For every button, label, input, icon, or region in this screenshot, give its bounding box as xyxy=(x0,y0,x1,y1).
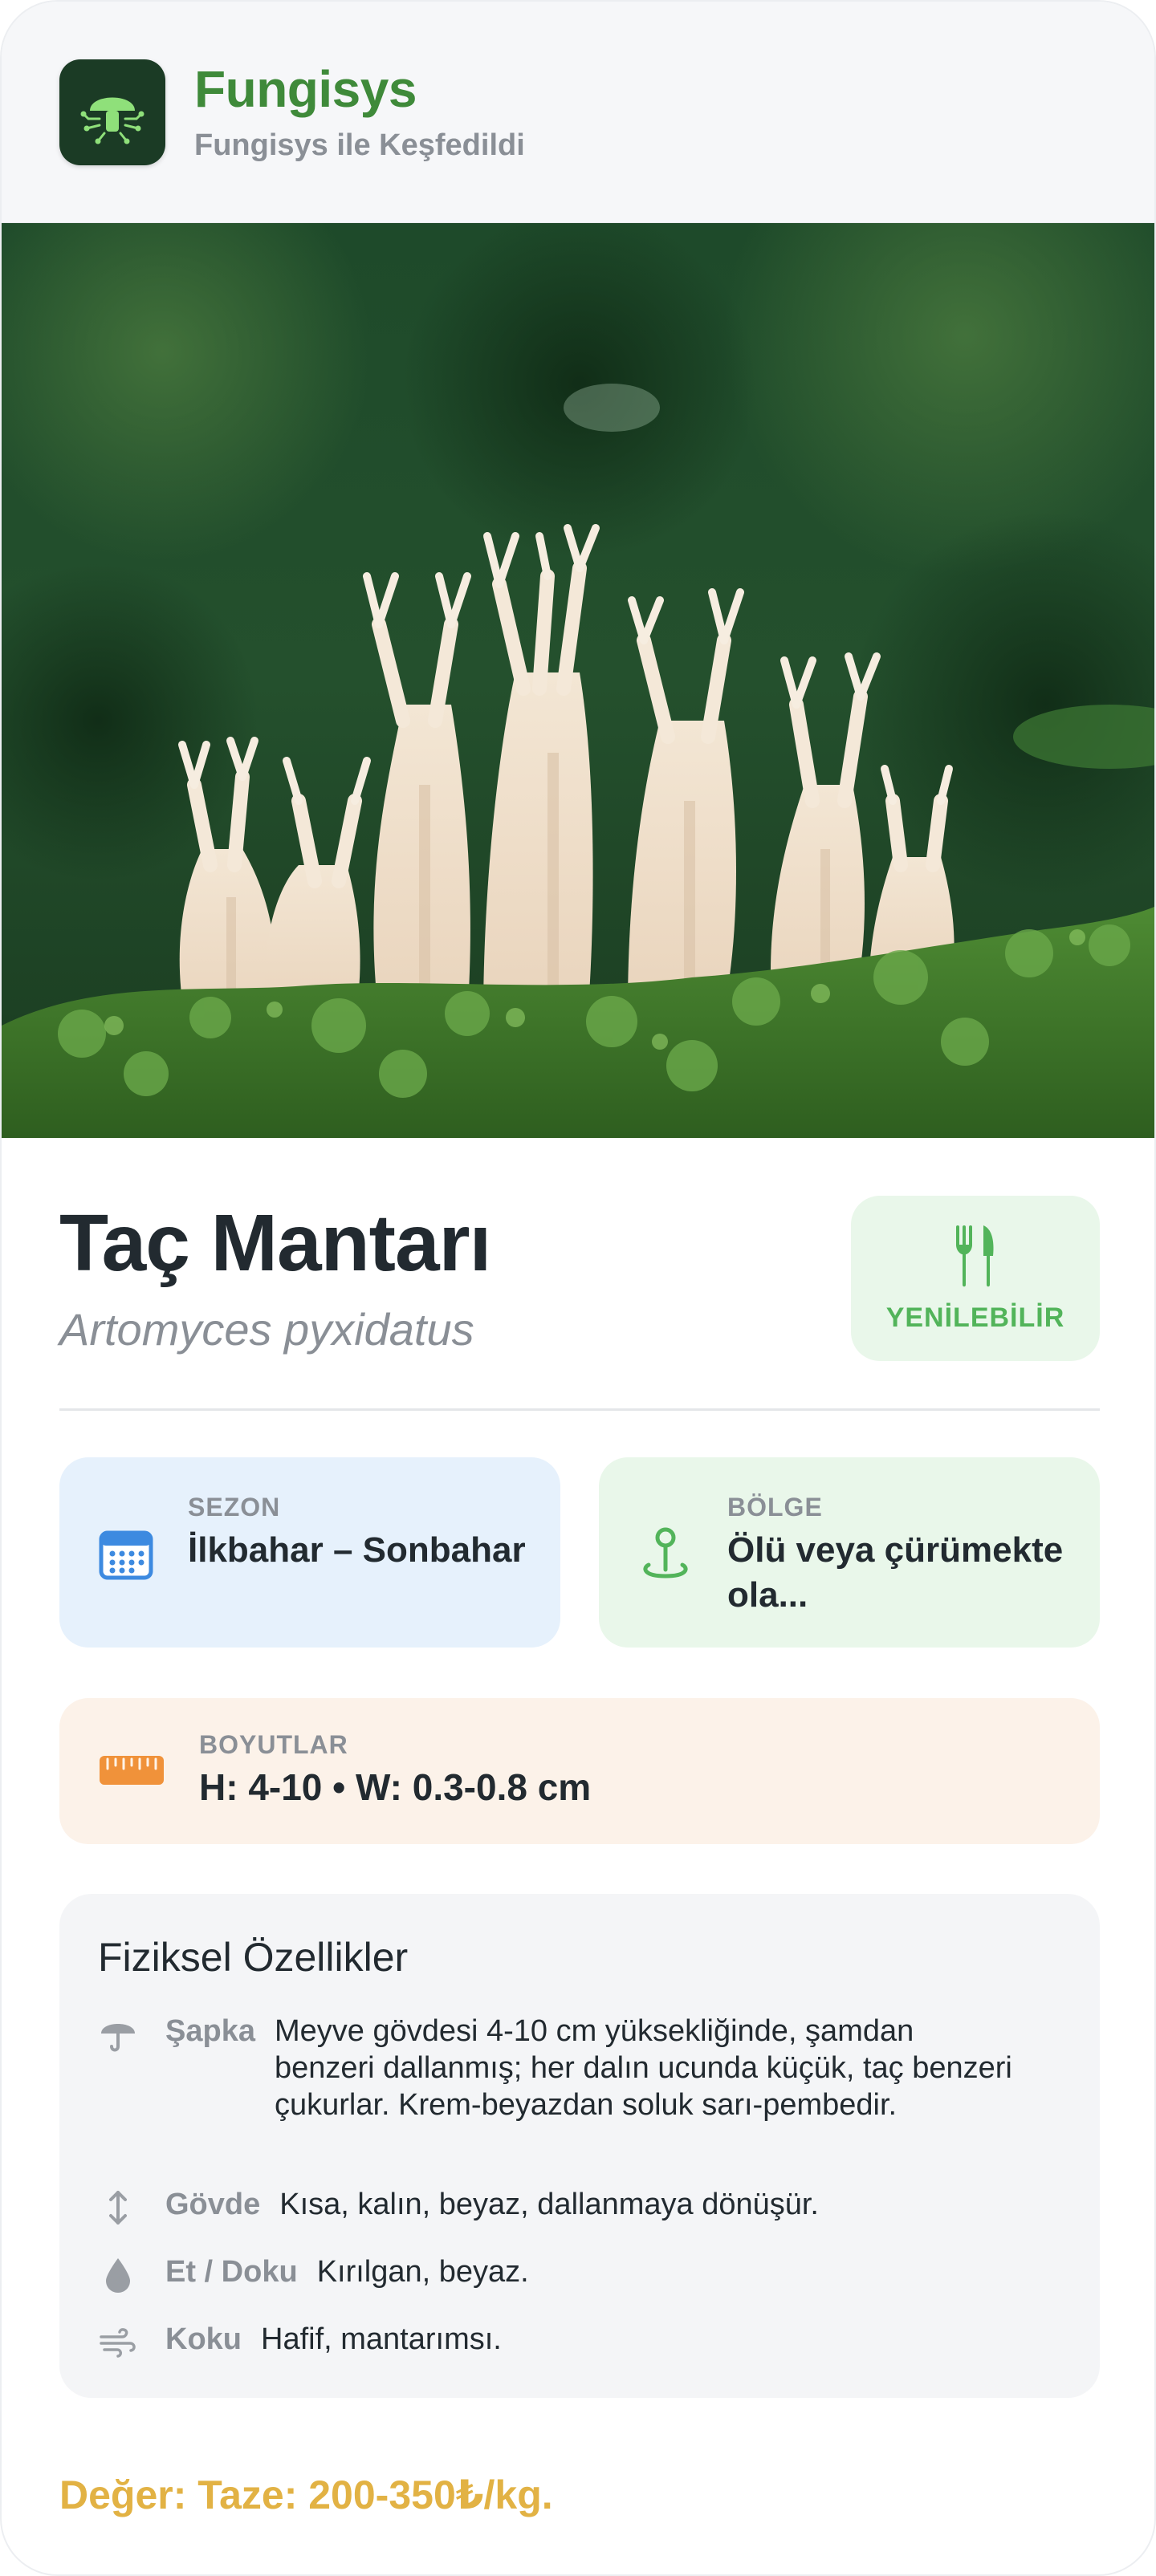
physical-features-card: Fiziksel Özellikler Şapka Meyve gövdesi … xyxy=(59,1894,1100,2398)
vertical-arrows-icon xyxy=(109,2191,127,2225)
location-pin-icon xyxy=(643,1527,688,1579)
mushroom-icon xyxy=(59,59,165,165)
feature-key-stem: Gövde xyxy=(165,2188,261,2221)
edibility-badge: YENİLEBİLİR xyxy=(851,1196,1100,1361)
season-card: SEZON İlkbahar – Sonbahar xyxy=(59,1457,560,1648)
wind-icon xyxy=(100,2328,136,2358)
feature-value-smell: Hafif, mantarımsı. xyxy=(261,2322,502,2356)
feature-row-flesh: Et / Doku Kırılgan, beyaz. xyxy=(98,2253,529,2295)
calendar-icon xyxy=(99,1530,153,1580)
fork-knife-icon xyxy=(956,1225,994,1286)
season-label: SEZON xyxy=(188,1493,281,1522)
app-header: Fungisys Fungisys ile Keşfedildi xyxy=(2,2,1154,223)
feature-key-flesh: Et / Doku xyxy=(165,2255,298,2289)
app-subtitle: Fungisys ile Keşfedildi xyxy=(194,128,525,162)
dimensions-label: BOYUTLAR xyxy=(199,1730,348,1759)
umbrella-icon xyxy=(101,2024,135,2052)
drop-icon xyxy=(106,2258,130,2293)
species-card: Fungisys Fungisys ile Keşfedildi Taç Man… xyxy=(0,0,1156,2576)
feature-value-cap: Meyve gövdesi 4-10 cm yüksekliğinde, şam… xyxy=(274,2014,1012,2122)
region-value: Ölü veya çürümekte ola... xyxy=(727,1530,1064,1615)
dimensions-value: H: 4-10 • W: 0.3-0.8 cm xyxy=(199,1766,592,1808)
feature-row-smell: Koku Hafif, mantarımsı. xyxy=(98,2321,502,2363)
scientific-name: Artomyces pyxidatus xyxy=(59,1304,474,1355)
divider xyxy=(59,1408,1100,1411)
edibility-label: YENİLEBİLİR xyxy=(885,1302,1065,1333)
coral-mushroom-photo xyxy=(2,223,1154,1138)
feature-key-smell: Koku xyxy=(165,2322,242,2356)
common-name: Taç Mantarı xyxy=(59,1198,491,1288)
feature-row-stem: Gövde Kısa, kalın, beyaz, dallanmaya dön… xyxy=(98,2186,819,2228)
region-label: BÖLGE xyxy=(727,1493,823,1522)
features-title: Fiziksel Özellikler xyxy=(98,1935,409,1980)
ruler-icon xyxy=(100,1756,164,1785)
price-value: Değer: Taze: 200-350₺/kg. xyxy=(59,2472,553,2517)
feature-row-cap: Şapka Meyve gövdesi 4-10 cm yüksekliğind… xyxy=(98,2013,1061,2123)
region-card: BÖLGE Ölü veya çürümekte ola... xyxy=(599,1457,1100,1648)
dimensions-card: BOYUTLAR H: 4-10 • W: 0.3-0.8 cm xyxy=(59,1698,1100,1844)
app-title: Fungisys xyxy=(194,60,417,118)
feature-value-stem: Kısa, kalın, beyaz, dallanmaya dönüşür. xyxy=(279,2188,819,2221)
feature-value-flesh: Kırılgan, beyaz. xyxy=(316,2255,529,2289)
season-value: İlkbahar – Sonbahar xyxy=(188,1530,526,1570)
feature-key-cap: Şapka xyxy=(165,2014,255,2048)
